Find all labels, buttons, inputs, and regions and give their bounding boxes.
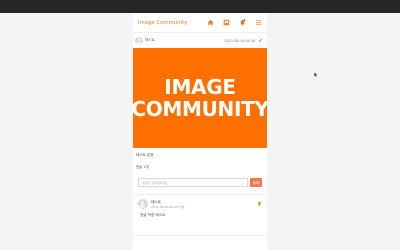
gallery-icon[interactable] — [223, 19, 230, 26]
comment-date: 2021-06-10 09:28 작성 — [151, 205, 185, 209]
post-caption: 테스트 본문 — [136, 153, 154, 157]
home-icon[interactable] — [207, 19, 214, 26]
edit-pencil-icon[interactable] — [258, 38, 263, 43]
app-container: Image Community 테스트 2021-06-10 09:28 IMA… — [133, 13, 267, 250]
comment-form: 등록 — [138, 178, 262, 187]
post-header: 테스트 2021-06-10 09:28 — [133, 33, 267, 48]
comment-text: 댓글 작성 테스트 — [140, 213, 166, 217]
comment-item: 테스트 2021-06-10 09:28 작성 댓글 작성 테스트 — [138, 199, 262, 221]
menu-icon[interactable] — [255, 19, 262, 26]
post-author[interactable]: 테스트 — [145, 38, 224, 43]
comment-input[interactable] — [138, 178, 248, 187]
nav-bar — [207, 19, 262, 26]
divider — [133, 194, 267, 195]
comment-avatar[interactable] — [138, 199, 148, 209]
browser-topbar — [0, 0, 400, 13]
avatar[interactable] — [135, 36, 143, 45]
post-image-line-2: COMMUNITY — [133, 97, 267, 121]
mouse-cursor-icon — [314, 72, 318, 78]
post-image: IMAGE COMMUNITY — [133, 48, 267, 148]
post-image-line-1: IMAGE — [164, 75, 236, 99]
trash-icon[interactable] — [257, 201, 262, 206]
comment-divider — [133, 235, 267, 236]
app-header: Image Community — [133, 13, 267, 33]
comments-count-label: 댓글 1개 — [136, 165, 149, 169]
post-date: 2021-06-10 09:28 — [224, 38, 255, 43]
notification-icon[interactable] — [239, 19, 246, 26]
brand-title[interactable]: Image Community — [138, 20, 207, 26]
comment-submit-button[interactable]: 등록 — [250, 178, 262, 187]
